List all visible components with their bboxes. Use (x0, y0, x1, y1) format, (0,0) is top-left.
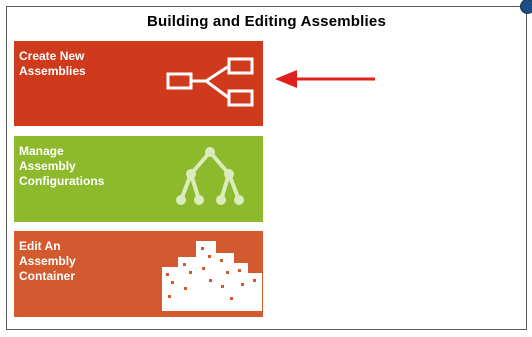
manage-assembly-configurations-tile[interactable]: Manage Assembly Configurations (14, 136, 263, 222)
help-icon[interactable] (520, 0, 532, 14)
branching-tree-icon (176, 147, 244, 205)
assemblies-panel: Building and Editing Assemblies Create N… (6, 0, 532, 330)
hierarchy-tree-icon (166, 57, 254, 107)
red-arrow-pointer-icon (275, 70, 375, 88)
tile-label-create: Create New Assemblies (19, 49, 86, 78)
create-new-assemblies-tile[interactable]: Create New Assemblies (14, 41, 263, 126)
tile-label-edit: Edit An Assembly Container (19, 239, 76, 283)
city-buildings-icon (162, 241, 262, 311)
tile-label-manage: Manage Assembly Configurations (19, 144, 105, 188)
page-title: Building and Editing Assemblies (146, 13, 386, 30)
edit-assembly-container-tile[interactable]: Edit An Assembly Container (14, 231, 263, 317)
